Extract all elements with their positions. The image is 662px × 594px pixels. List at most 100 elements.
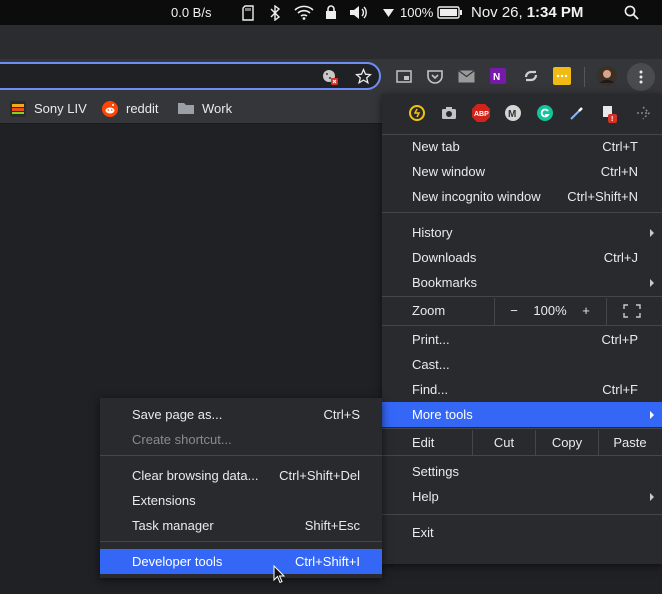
menu-item-new-window[interactable]: New window Ctrl+N bbox=[382, 159, 662, 184]
copy-button[interactable]: Copy bbox=[537, 430, 597, 455]
folder-icon bbox=[178, 101, 194, 117]
menu-item-label: More tools bbox=[412, 407, 473, 422]
profile-avatar[interactable] bbox=[596, 65, 618, 87]
clock-date: Nov 26, bbox=[471, 4, 523, 21]
menu-item-save-page-as[interactable]: Save page as... Ctrl+S bbox=[100, 402, 382, 427]
bookmark-folder-work[interactable]: Work bbox=[178, 93, 232, 124]
volume-icon[interactable] bbox=[348, 0, 370, 25]
clock-time: 1:34 PM bbox=[526, 4, 584, 21]
ext-yellow-icon[interactable] bbox=[408, 104, 426, 122]
menu-item-help[interactable]: Help bbox=[382, 484, 662, 509]
menu-item-new-incognito-window[interactable]: New incognito window Ctrl+Shift+N bbox=[382, 184, 662, 209]
menu-item-label: Find... bbox=[412, 382, 449, 397]
wifi-icon[interactable] bbox=[293, 0, 315, 25]
chrome-main-menu: ABP M ! New tab Ctrl+T New window Ctrl+N… bbox=[382, 94, 662, 564]
notes-extension-icon[interactable] bbox=[552, 66, 572, 86]
menu-separator bbox=[382, 428, 662, 429]
bookmark-sonyliv[interactable]: Sony LIV bbox=[10, 93, 87, 124]
extension-loop-icon[interactable] bbox=[521, 66, 541, 86]
more-tools-submenu: Save page as... Ctrl+S Create shortcut..… bbox=[100, 398, 382, 578]
menu-separator bbox=[382, 325, 662, 326]
menu-separator bbox=[382, 296, 662, 297]
sd-card-icon[interactable] bbox=[240, 0, 256, 25]
toolbar-divider bbox=[584, 67, 585, 87]
menu-item-shortcut: Shift+Esc bbox=[304, 518, 360, 533]
lock-icon[interactable] bbox=[324, 0, 338, 25]
menu-item-label: Create shortcut... bbox=[132, 432, 232, 447]
menu-item-label: New incognito window bbox=[412, 189, 541, 204]
menu-item-developer-tools[interactable]: Developer tools Ctrl+Shift+I bbox=[100, 549, 382, 574]
blocked-cookies-icon[interactable] bbox=[320, 67, 340, 87]
menu-item-downloads[interactable]: Downloads Ctrl+J bbox=[382, 245, 662, 270]
search-icon[interactable] bbox=[622, 0, 640, 25]
dropdown-arrow-icon[interactable] bbox=[382, 0, 394, 25]
menu-item-extensions[interactable]: Extensions bbox=[100, 488, 382, 513]
menu-item-cast[interactable]: Cast... bbox=[382, 352, 662, 377]
menu-item-history[interactable]: History bbox=[382, 220, 662, 245]
camera-icon[interactable] bbox=[440, 104, 458, 122]
menu-separator bbox=[100, 541, 382, 542]
menu-item-shortcut: Ctrl+Shift+I bbox=[294, 554, 360, 569]
pocket-icon[interactable] bbox=[425, 66, 445, 86]
svg-text:M: M bbox=[508, 109, 516, 120]
paste-button[interactable]: Paste bbox=[600, 430, 660, 455]
ext-dashed-icon[interactable] bbox=[634, 104, 652, 122]
menu-item-print[interactable]: Print... Ctrl+P bbox=[382, 327, 662, 352]
menu-item-bookmarks[interactable]: Bookmarks bbox=[382, 270, 662, 295]
menu-item-label: History bbox=[412, 225, 453, 240]
menu-item-label: Exit bbox=[412, 525, 434, 540]
clock[interactable]: Nov 26, 1:34 PM bbox=[471, 0, 583, 25]
menu-item-exit[interactable]: Exit bbox=[382, 520, 662, 545]
svg-text:ABP: ABP bbox=[474, 111, 489, 118]
edit-divider bbox=[598, 430, 599, 455]
battery-percent: 100% bbox=[400, 5, 434, 20]
zoom-out-button[interactable]: − bbox=[502, 298, 526, 323]
menu-item-shortcut: Ctrl+S bbox=[323, 407, 360, 422]
menu-item-shortcut: Ctrl+N bbox=[600, 164, 638, 179]
zoom-level: 100% bbox=[533, 303, 567, 318]
menu-separator bbox=[100, 455, 382, 456]
eyedropper-icon[interactable] bbox=[568, 104, 586, 122]
svg-text:!: ! bbox=[611, 116, 613, 123]
fullscreen-icon[interactable] bbox=[622, 303, 642, 319]
menu-item-shortcut: Ctrl+Shift+Del bbox=[279, 468, 360, 483]
menu-kebab-icon[interactable] bbox=[627, 63, 655, 91]
menu-item-clear-browsing-data[interactable]: Clear browsing data... Ctrl+Shift+Del bbox=[100, 463, 382, 488]
battery-icon[interactable] bbox=[436, 0, 464, 25]
adblock-plus-icon[interactable]: ABP bbox=[472, 104, 490, 122]
submenu-arrow-icon bbox=[650, 492, 654, 501]
edit-divider bbox=[535, 430, 536, 455]
submenu-arrow-icon bbox=[650, 228, 654, 237]
menu-item-task-manager[interactable]: Task manager Shift+Esc bbox=[100, 513, 382, 538]
menu-separator bbox=[382, 455, 662, 456]
menu-separator bbox=[382, 514, 662, 515]
menu-item-label: Save page as... bbox=[132, 407, 223, 422]
menu-item-shortcut: Ctrl+T bbox=[602, 139, 638, 154]
bookmark-star-icon[interactable] bbox=[353, 66, 373, 86]
onenote-icon[interactable]: N bbox=[488, 66, 508, 86]
menu-item-label: Settings bbox=[412, 464, 459, 479]
menu-item-label: Help bbox=[412, 489, 439, 504]
bluetooth-icon[interactable] bbox=[268, 0, 282, 25]
menu-item-label: Downloads bbox=[412, 250, 477, 265]
menu-item-label: New tab bbox=[412, 139, 460, 154]
menu-item-more-tools[interactable]: More tools bbox=[382, 402, 662, 427]
menu-item-label: Clear browsing data... bbox=[132, 468, 259, 483]
menu-item-shortcut: Ctrl+Shift+N bbox=[567, 189, 638, 204]
menu-item-label: Bookmarks bbox=[412, 275, 478, 290]
menu-item-find[interactable]: Find... Ctrl+F bbox=[382, 377, 662, 402]
menu-item-new-tab[interactable]: New tab Ctrl+T bbox=[382, 134, 662, 159]
zoom-in-button[interactable]: + bbox=[574, 298, 598, 323]
grammarly-icon[interactable] bbox=[536, 104, 554, 122]
menu-item-create-shortcut: Create shortcut... bbox=[100, 427, 382, 452]
ext-notification-icon[interactable]: ! bbox=[600, 104, 620, 124]
menu-separator bbox=[382, 212, 662, 213]
menu-item-shortcut: Ctrl+F bbox=[602, 382, 638, 397]
menu-item-settings[interactable]: Settings bbox=[382, 459, 662, 484]
mail-icon[interactable] bbox=[456, 66, 476, 86]
cut-button[interactable]: Cut bbox=[474, 430, 534, 455]
bookmark-reddit[interactable]: reddit bbox=[102, 93, 159, 124]
ext-m-icon[interactable]: M bbox=[504, 104, 522, 122]
picture-in-picture-icon[interactable] bbox=[394, 66, 414, 86]
tab-strip bbox=[0, 25, 662, 59]
